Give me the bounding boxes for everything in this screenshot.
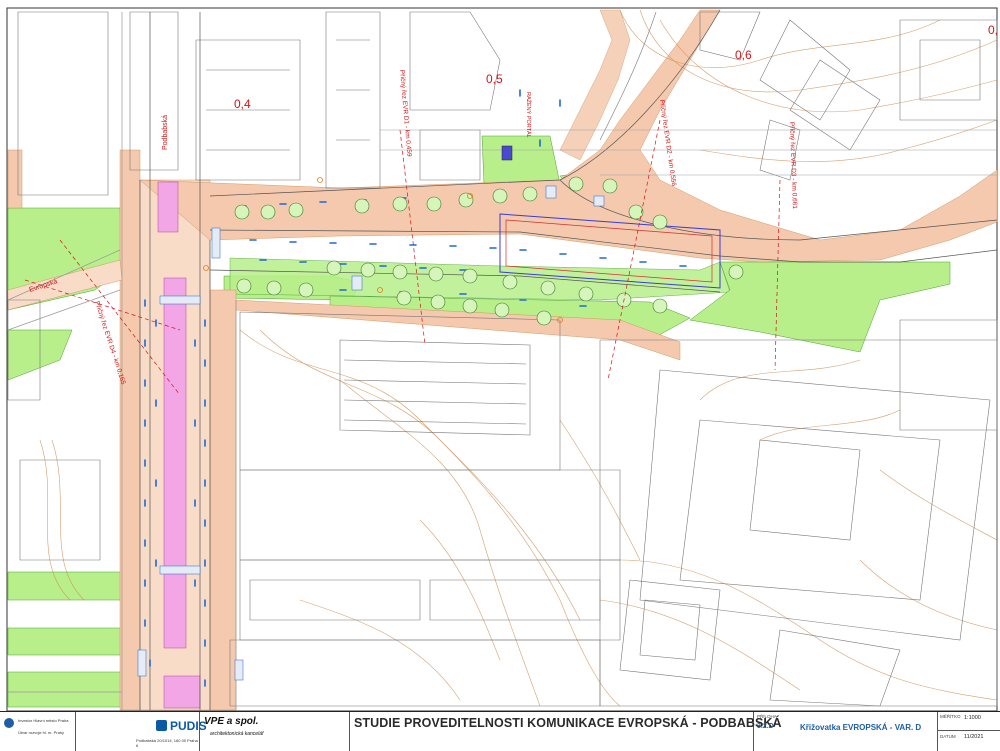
area-label-06: 0,6 — [735, 48, 752, 62]
scale-cell: MĚŘÍTKO 1:1000 DATUM 11/2021 — [938, 712, 1000, 751]
tram-shelter — [501, 145, 513, 161]
drawing-cell: PŘÍLOHA 3.2.D Křižovatka EVROPSKÁ - VAR.… — [754, 712, 938, 751]
date-value: 11/2021 — [964, 734, 984, 740]
area-label-05: 0,5 — [486, 72, 503, 86]
drawing-title: Křižovatka EVROPSKÁ - VAR. D — [800, 723, 922, 732]
client-cell: Investor Hlavní město Praha Útvar rozvoj… — [0, 712, 76, 751]
vpe-logo: VPE a spol. — [204, 716, 259, 727]
client-text: Investor Hlavní město Praha — [18, 718, 69, 723]
date-label: DATUM — [940, 734, 956, 739]
priloha-number: 3.2.D — [757, 723, 774, 730]
subcontractor-cell: VPE a spol. architektonická kancelář — [200, 712, 350, 751]
scale-value: 1:1000 — [964, 715, 981, 721]
area-label-04: 0,4 — [234, 97, 251, 111]
scale-label: MĚŘÍTKO — [940, 714, 961, 719]
area-label-07: 0, — [988, 23, 998, 37]
study-title: STUDIE PROVEDITELNOSTI KOMUNIKACE EVROPS… — [354, 716, 782, 730]
pudis-mark-icon — [156, 720, 167, 731]
title-block: Investor Hlavní město Praha Útvar rozvoj… — [0, 711, 1000, 751]
study-cell: STUDIE PROVEDITELNOSTI KOMUNIKACE EVROPS… — [350, 712, 782, 751]
client-text-2: Útvar rozvoje hl. m. Prahy — [18, 730, 65, 735]
portal-label: RAŽENÝ PORTÁL — [525, 92, 533, 138]
prague-emblem-icon — [4, 718, 14, 728]
priloha-label: PŘÍLOHA — [757, 714, 777, 719]
vpe-subtitle: architektonická kancelář — [210, 731, 264, 737]
road-label-podbabska: Podbabská — [162, 115, 169, 150]
designer-address: Podbabská 20/1014, 160 00 Praha 6 — [136, 738, 198, 748]
map-canvas: 0,4 0,5 0,6 0, Evropská Podbabská Příčný… — [6, 7, 998, 712]
designer-cell: PUDIS Podbabská 20/1014, 160 00 Praha 6 — [76, 712, 207, 751]
